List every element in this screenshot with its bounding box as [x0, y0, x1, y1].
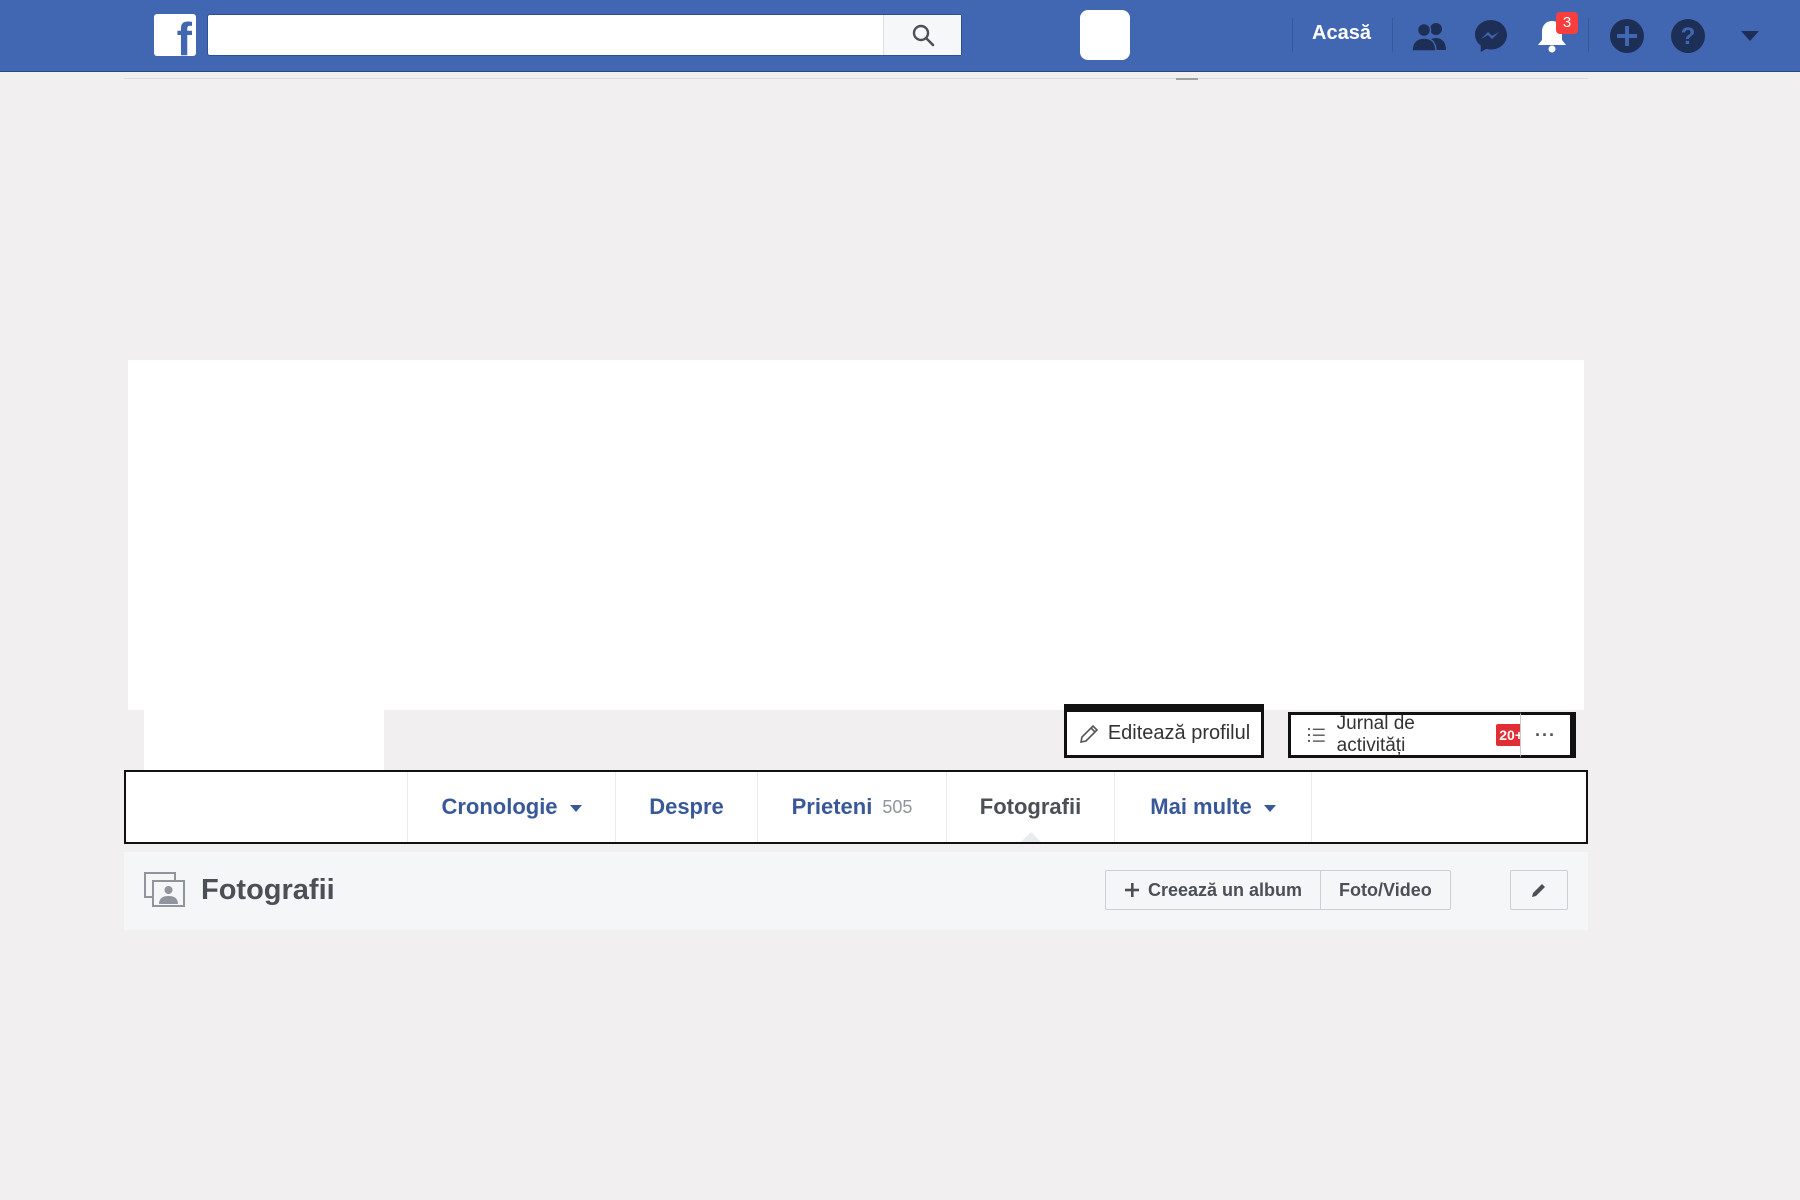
svg-text:?: ? [1681, 23, 1696, 50]
nav-divider [1392, 18, 1393, 52]
tab-mai-multe[interactable]: Mai multe [1114, 772, 1312, 842]
divider-line [124, 78, 1588, 79]
photos-section-header: Fotografii Creează un album Foto/Video [124, 852, 1588, 930]
edit-profile-button[interactable]: Editează profilul [1064, 704, 1264, 758]
nav-divider [1292, 18, 1293, 52]
tab-cronologie[interactable]: Cronologie [407, 772, 615, 842]
top-navigation-bar: f Acasă 3 ? [0, 0, 1800, 72]
photos-icon [144, 872, 185, 907]
search-box [207, 14, 962, 56]
help-question-icon[interactable]: ? [1668, 16, 1708, 56]
notifications-badge: 3 [1556, 12, 1578, 34]
pencil-icon [1079, 724, 1098, 743]
notifications-bell-icon[interactable]: 3 [1532, 12, 1578, 56]
facebook-logo[interactable]: f [154, 14, 196, 56]
pencil-icon [1532, 884, 1545, 897]
activity-log-label: Jurnal de activități [1336, 713, 1415, 756]
search-icon [912, 24, 934, 47]
photos-actions: Creează un album Foto/Video [1105, 870, 1451, 910]
friends-count: 505 [882, 796, 913, 817]
nav-home-link[interactable]: Acasă [1312, 22, 1371, 45]
photos-title: Fotografii [201, 874, 335, 906]
create-album-button[interactable]: Creează un album [1106, 871, 1320, 909]
photo-video-button[interactable]: Foto/Video [1320, 871, 1450, 909]
active-tab-indicator [1020, 832, 1041, 842]
messenger-icon[interactable] [1471, 16, 1511, 56]
tab-prieteni[interactable]: Prieteni 505 [757, 772, 946, 842]
edit-profile-label: Editează profilul [1107, 722, 1251, 744]
plus-icon [1125, 883, 1139, 897]
tab-fotografii[interactable]: Fotografii [946, 772, 1114, 842]
more-options-button[interactable]: ··· [1520, 712, 1576, 758]
nav-divider [1588, 18, 1589, 52]
chevron-down-icon [569, 805, 582, 812]
create-plus-icon[interactable] [1607, 16, 1647, 56]
cover-photo[interactable] [128, 360, 1584, 710]
edit-photos-button[interactable] [1510, 870, 1568, 910]
tab-despre[interactable]: Despre [615, 772, 757, 842]
list-icon [1307, 728, 1325, 742]
search-input[interactable] [218, 21, 878, 49]
account-menu-caret-icon[interactable] [1730, 16, 1770, 56]
friend-requests-icon[interactable] [1410, 16, 1450, 56]
profile-tabs: Cronologie Despre Prieteni 505 Fotografi… [124, 770, 1588, 844]
divider-mark [1176, 78, 1198, 80]
profile-avatar-small[interactable] [1080, 10, 1130, 60]
activity-log-button[interactable]: Jurnal de activități 20+ [1288, 712, 1526, 758]
search-button[interactable] [883, 15, 961, 55]
chevron-down-icon [1263, 805, 1276, 812]
